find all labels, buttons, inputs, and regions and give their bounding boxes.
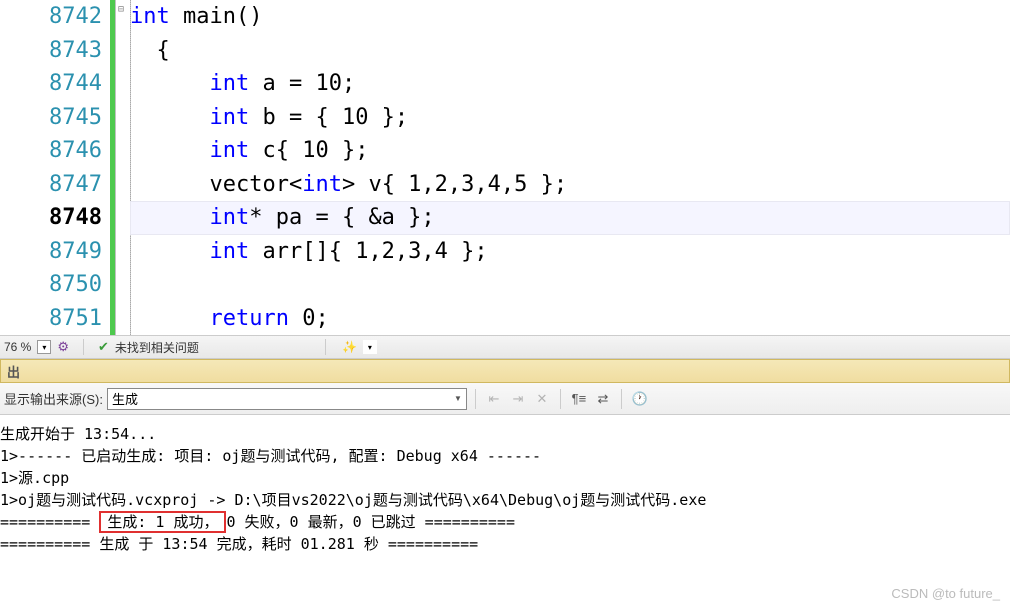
- output-line: 1>源.cpp: [0, 467, 1010, 489]
- line-number: 8743: [0, 34, 102, 68]
- line-number: 8745: [0, 101, 102, 135]
- line-number: 8751: [0, 302, 102, 336]
- separator: [475, 389, 476, 409]
- code-line[interactable]: vector<int> v{ 1,2,3,4,5 };: [130, 168, 1010, 202]
- code-line[interactable]: int c{ 10 };: [130, 134, 1010, 168]
- code-line[interactable]: [130, 268, 1010, 302]
- separator: [325, 339, 326, 355]
- output-source-select[interactable]: 生成: [107, 388, 467, 410]
- separator: [560, 389, 561, 409]
- output-panel-header[interactable]: 出: [0, 359, 1010, 383]
- zoom-level: 76 %: [4, 340, 31, 354]
- line-number-gutter: 8742874387448745874687478748874987508751: [0, 0, 110, 335]
- change-indicator: [110, 0, 116, 335]
- output-line: ========== 生成 于 13:54 完成，耗时 01.281 秒 ===…: [0, 533, 1010, 555]
- collapse-icon[interactable]: ⊟: [118, 4, 124, 15]
- wand-icon[interactable]: ✨: [342, 340, 357, 354]
- code-line[interactable]: int a = 10;: [130, 67, 1010, 101]
- line-number: 8746: [0, 134, 102, 168]
- output-line: 1>oj题与测试代码.vcxproj -> D:\项目vs2022\oj题与测试…: [0, 489, 1010, 511]
- output-source-label: 显示输出来源(S):: [4, 389, 103, 408]
- output-header-text: 出: [7, 362, 20, 381]
- output-content[interactable]: 生成开始于 13:54...1>------ 已启动生成: 项目: oj题与测试…: [0, 415, 1010, 563]
- code-line[interactable]: return 0;: [130, 302, 1010, 336]
- code-editor[interactable]: 8742874387448745874687478748874987508751…: [0, 0, 1010, 335]
- output-toolbar: 显示输出来源(S): 生成 ⇤ ⇥ ✕ ¶≡ ⇄ 🕐: [0, 383, 1010, 415]
- separator: [621, 389, 622, 409]
- watermark: CSDN @to future_: [891, 586, 1000, 601]
- code-line[interactable]: int main(): [130, 0, 1010, 34]
- code-line[interactable]: {: [130, 34, 1010, 68]
- clear-icon: ✕: [532, 389, 552, 409]
- output-line: 生成开始于 13:54...: [0, 423, 1010, 445]
- settings-icon[interactable]: ⚙: [57, 339, 69, 355]
- output-source-value: 生成: [112, 389, 138, 408]
- word-wrap-icon[interactable]: ¶≡: [569, 389, 589, 409]
- toggle-icon[interactable]: ⇄: [593, 389, 613, 409]
- build-success-highlight: 生成: 1 成功，: [99, 511, 226, 533]
- line-number: 8742: [0, 0, 102, 34]
- code-line[interactable]: int arr[]{ 1,2,3,4 };: [130, 235, 1010, 269]
- line-number: 8748: [0, 201, 102, 235]
- line-number: 8744: [0, 67, 102, 101]
- goto-next-icon: ⇥: [508, 389, 528, 409]
- line-number: 8749: [0, 235, 102, 269]
- issues-text: 未找到相关问题: [115, 339, 199, 356]
- code-area[interactable]: int main() { int a = 10; int b = { 10 };…: [130, 0, 1010, 335]
- output-line: 1>------ 已启动生成: 项目: oj题与测试代码, 配置: Debug …: [0, 445, 1010, 467]
- goto-prev-icon: ⇤: [484, 389, 504, 409]
- separator: [83, 339, 84, 355]
- code-line[interactable]: int b = { 10 };: [130, 101, 1010, 135]
- output-line: ========== 生成: 1 成功，0 失败，0 最新，0 已跳过 ====…: [0, 511, 1010, 533]
- indicator-margin: ⊟: [110, 0, 130, 335]
- zoom-dropdown[interactable]: ▾: [37, 340, 51, 354]
- editor-status-bar: 76 % ▾ ⚙ ✔ 未找到相关问题 ✨ ▾: [0, 335, 1010, 359]
- line-number: 8750: [0, 268, 102, 302]
- code-line[interactable]: int* pa = { &a };: [130, 201, 1010, 235]
- check-icon: ✔: [98, 339, 109, 355]
- wand-dropdown[interactable]: ▾: [363, 340, 377, 354]
- clock-icon[interactable]: 🕐: [630, 389, 650, 409]
- line-number: 8747: [0, 168, 102, 202]
